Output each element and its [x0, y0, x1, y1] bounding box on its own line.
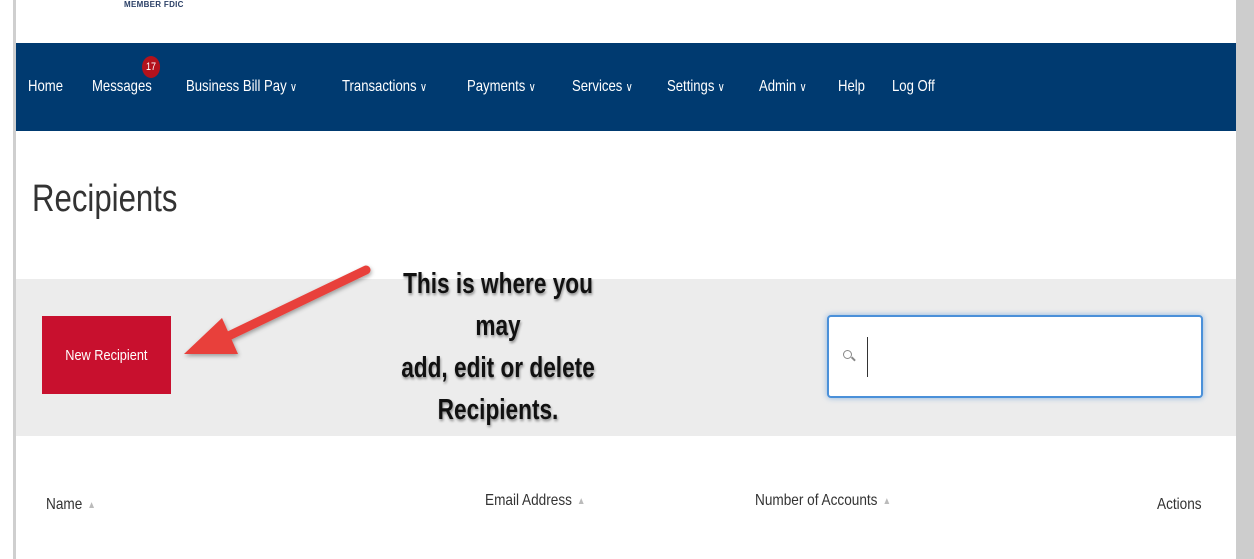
nav-label: Log Off	[891, 78, 935, 95]
nav-help[interactable]: Help	[838, 78, 865, 96]
column-label: Name	[46, 496, 83, 513]
column-label: Number of Accounts	[755, 492, 878, 509]
search-icon	[843, 349, 857, 364]
chevron-down-icon: ∨	[799, 80, 807, 94]
nav-services[interactable]: Services ∨	[572, 78, 633, 96]
chevron-down-icon: ∨	[289, 80, 297, 94]
nav-label: Home	[28, 78, 64, 95]
nav-label: Services	[571, 78, 623, 95]
annotation-line: add, edit or delete	[401, 352, 595, 384]
sort-up-icon: ▲	[577, 495, 586, 507]
main-nav: Home Messages 17 Business Bill Pay ∨ Tran…	[16, 43, 1236, 131]
chevron-down-icon: ∨	[625, 80, 633, 94]
nav-label: Business Bill Pay	[185, 78, 287, 95]
sort-up-icon: ▲	[882, 495, 891, 507]
page-title: Recipients	[32, 178, 178, 220]
logo-text: MEMBER FDIC	[124, 0, 184, 9]
nav-log-off[interactable]: Log Off	[892, 78, 935, 96]
nav-admin[interactable]: Admin ∨	[759, 78, 807, 96]
annotation-line: Recipients.	[437, 394, 559, 426]
button-label: New Recipient	[65, 346, 148, 364]
nav-transactions[interactable]: Transactions ∨	[342, 78, 427, 96]
nav-label: Help	[837, 78, 865, 95]
nav-label: Payments	[466, 78, 526, 95]
column-header-email[interactable]: Email Address ▲	[485, 492, 585, 510]
nav-payments[interactable]: Payments ∨	[467, 78, 536, 96]
column-header-accounts[interactable]: Number of Accounts ▲	[755, 492, 891, 510]
table-header: Name ▲ Email Address ▲ Number of Accounts ▲…	[16, 488, 1236, 528]
column-label: Actions	[1157, 496, 1202, 513]
chevron-down-icon: ∨	[420, 80, 428, 94]
annotation-arrow	[184, 265, 371, 354]
nav-messages[interactable]: Messages 17	[91, 56, 160, 96]
chevron-down-icon: ∨	[717, 80, 725, 94]
nav-label: Messages	[91, 78, 152, 95]
search-input[interactable]	[867, 336, 1197, 377]
nav-label: Admin	[758, 78, 796, 95]
page: MEMBER FDIC Home Messages 17 Business Bi…	[16, 0, 1236, 559]
chevron-down-icon: ∨	[528, 80, 536, 94]
column-header-name[interactable]: Name ▲	[46, 496, 96, 514]
nav-label: Settings	[667, 78, 715, 95]
scrollbar[interactable]	[1236, 0, 1254, 559]
column-header-actions: Actions	[1157, 496, 1202, 514]
annotation-callout: This is where you may add, edit or delet…	[397, 263, 600, 431]
nav-business-bill-pay[interactable]: Business Bill Pay ∨	[186, 78, 297, 96]
sort-up-icon: ▲	[87, 499, 96, 511]
messages-count-badge: 17	[141, 56, 160, 78]
new-recipient-button[interactable]: New Recipient	[42, 316, 171, 394]
nav-home[interactable]: Home	[28, 78, 63, 96]
nav-label: Transactions	[342, 78, 417, 95]
nav-settings[interactable]: Settings ∨	[667, 78, 725, 96]
column-label: Email Address	[485, 492, 572, 509]
search-box[interactable]	[827, 315, 1203, 398]
annotation-line: This is where you may	[403, 268, 593, 342]
logo-strip: MEMBER FDIC	[16, 0, 1236, 43]
left-edge	[0, 0, 16, 559]
nav-list: Home Messages 17 Business Bill Pay ∨ Tran…	[16, 43, 1236, 131]
